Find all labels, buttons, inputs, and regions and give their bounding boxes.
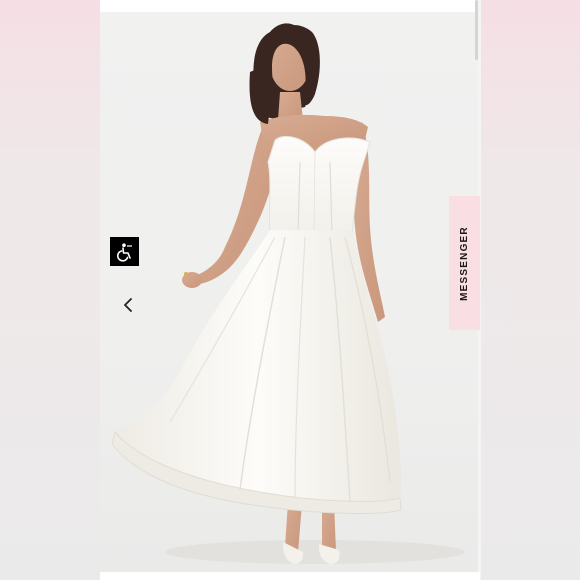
messenger-tab[interactable]: MESSENGER (449, 196, 480, 330)
scrollbar-thumb[interactable] (475, 0, 478, 60)
product-image (100, 12, 478, 572)
left-backdrop (0, 0, 100, 580)
bottom-strip (100, 572, 480, 580)
chevron-left-icon (124, 298, 132, 312)
top-bar (100, 0, 480, 12)
right-backdrop (480, 0, 580, 580)
previous-image-button[interactable] (118, 292, 138, 318)
accessibility-button[interactable] (110, 237, 139, 266)
wheelchair-icon (116, 242, 132, 262)
messenger-label: MESSENGER (459, 225, 471, 301)
model-in-dress-illustration (111, 23, 465, 564)
